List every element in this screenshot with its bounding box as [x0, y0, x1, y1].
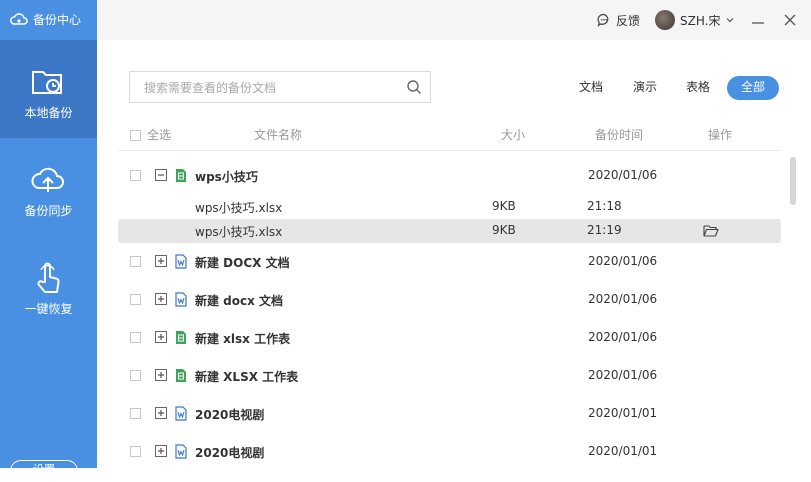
table-row[interactable]: 新建 xlsx 工作表 2020/01/06: [118, 326, 781, 350]
settings-button[interactable]: 设置: [10, 460, 78, 482]
document-file-icon: [175, 254, 187, 269]
cloud-logo-icon: [10, 13, 28, 25]
app-logo: 备份中心: [10, 9, 81, 29]
avatar: [655, 10, 675, 30]
sidebar-item-label: 本地备份: [24, 106, 73, 120]
filter-documents[interactable]: 文档: [579, 76, 603, 100]
table-row[interactable]: 2020电视剧 2020/01/01: [118, 440, 781, 464]
document-file-icon: [175, 406, 187, 421]
row-checkbox[interactable]: [130, 370, 141, 381]
row-size: 9KB: [492, 223, 516, 237]
row-time: 21:19: [587, 223, 622, 237]
plus-icon: [158, 296, 164, 302]
row-name: 2020电视剧: [195, 408, 265, 422]
table-row[interactable]: wps小技巧 2020/01/06: [118, 164, 781, 188]
row-time: 2020/01/06: [588, 368, 658, 382]
table-row[interactable]: wps小技巧.xlsx 9KB 21:19: [118, 219, 781, 243]
select-all-checkbox[interactable]: [130, 130, 141, 141]
expand-toggle[interactable]: [155, 445, 167, 457]
spreadsheet-file-icon: [176, 369, 186, 382]
filter-spreadsheets[interactable]: 表格: [686, 76, 710, 100]
row-name: wps小技巧: [195, 170, 258, 184]
row-size: 9KB: [492, 199, 516, 213]
minimize-icon[interactable]: [750, 12, 766, 28]
scrollbar-thumb[interactable]: [790, 157, 796, 205]
sidebar-item-local-backup[interactable]: 本地备份: [0, 40, 97, 138]
row-checkbox[interactable]: [130, 332, 141, 343]
row-name: 新建 xlsx 工作表: [195, 332, 291, 346]
spreadsheet-file-icon: [176, 169, 186, 182]
expand-toggle[interactable]: [155, 255, 167, 267]
header-select-all: 全选: [147, 128, 172, 142]
table-row[interactable]: wps小技巧.xlsx 9KB 21:18: [118, 195, 781, 219]
chevron-down-icon: [727, 18, 734, 23]
header-action: 操作: [708, 128, 733, 142]
table-row[interactable]: 新建 docx 文档 2020/01/06: [118, 288, 781, 312]
expand-toggle[interactable]: [155, 369, 167, 381]
row-time: 2020/01/06: [588, 330, 658, 344]
feedback-button[interactable]: 反馈: [597, 10, 640, 30]
title-bar: 反馈 SZH.宋: [97, 0, 811, 40]
folder-clock-icon: [32, 71, 62, 94]
collapse-toggle[interactable]: [155, 169, 167, 181]
minus-icon: [158, 174, 164, 176]
table-header: 全选 文件名称 大小 备份时间 操作: [118, 126, 781, 151]
filter-presentations[interactable]: 演示: [633, 76, 657, 100]
table-row[interactable]: 2020电视剧 2020/01/01: [118, 402, 781, 426]
header-size: 大小: [501, 128, 526, 142]
plus-icon: [158, 258, 164, 264]
sidebar: 备份中心 本地备份 备份同步 一键恢复 设置: [0, 0, 97, 482]
row-checkbox[interactable]: [130, 256, 141, 267]
row-time: 2020/01/01: [588, 444, 658, 458]
feedback-label: 反馈: [616, 13, 641, 28]
document-file-icon: [175, 292, 187, 307]
expand-toggle[interactable]: [155, 293, 167, 305]
sidebar-item-one-click-restore[interactable]: 一键恢复: [0, 236, 97, 334]
user-menu[interactable]: SZH.宋: [655, 9, 735, 31]
header-backup-time: 备份时间: [595, 128, 644, 142]
spreadsheet-file-icon: [176, 331, 186, 344]
row-name: wps小技巧.xlsx: [195, 201, 283, 215]
row-checkbox[interactable]: [130, 408, 141, 419]
expand-toggle[interactable]: [155, 331, 167, 343]
plus-icon: [158, 334, 164, 340]
row-checkbox[interactable]: [130, 170, 141, 181]
search-input[interactable]: [142, 78, 396, 98]
sidebar-item-label: 一键恢复: [24, 302, 73, 316]
row-time: 2020/01/06: [588, 292, 658, 306]
sidebar-item-label: 备份同步: [24, 204, 73, 218]
row-time: 21:18: [587, 199, 622, 213]
close-icon[interactable]: [782, 12, 798, 28]
user-name: SZH.宋: [680, 13, 721, 28]
row-name: 新建 docx 文档: [195, 294, 284, 308]
plus-icon: [158, 448, 164, 454]
row-name: 新建 DOCX 文档: [195, 256, 290, 270]
expand-toggle[interactable]: [155, 407, 167, 419]
cloud-upload-icon: [31, 167, 64, 192]
table-row[interactable]: 新建 DOCX 文档 2020/01/06: [118, 250, 781, 274]
document-file-icon: [175, 444, 187, 459]
sidebar-item-backup-sync[interactable]: 备份同步: [0, 138, 97, 236]
hand-pointer-icon: [37, 262, 60, 293]
row-name: 新建 XLSX 工作表: [195, 370, 299, 384]
plus-icon: [158, 410, 164, 416]
row-checkbox[interactable]: [130, 294, 141, 305]
plus-icon: [158, 372, 164, 378]
app-title: 备份中心: [33, 12, 82, 27]
open-folder-icon[interactable]: [703, 224, 719, 238]
row-time: 2020/01/01: [588, 406, 658, 420]
row-name: wps小技巧.xlsx: [195, 225, 283, 239]
row-name: 2020电视剧: [195, 446, 265, 460]
chat-bubble-icon: [597, 13, 609, 27]
row-checkbox[interactable]: [130, 446, 141, 457]
table-row[interactable]: 新建 XLSX 工作表 2020/01/06: [118, 364, 781, 388]
search-box: [129, 71, 431, 103]
search-icon[interactable]: [406, 79, 422, 95]
row-time: 2020/01/06: [588, 168, 658, 182]
filter-all[interactable]: 全部: [727, 76, 780, 100]
header-file-name: 文件名称: [254, 128, 303, 142]
row-time: 2020/01/06: [588, 254, 658, 268]
